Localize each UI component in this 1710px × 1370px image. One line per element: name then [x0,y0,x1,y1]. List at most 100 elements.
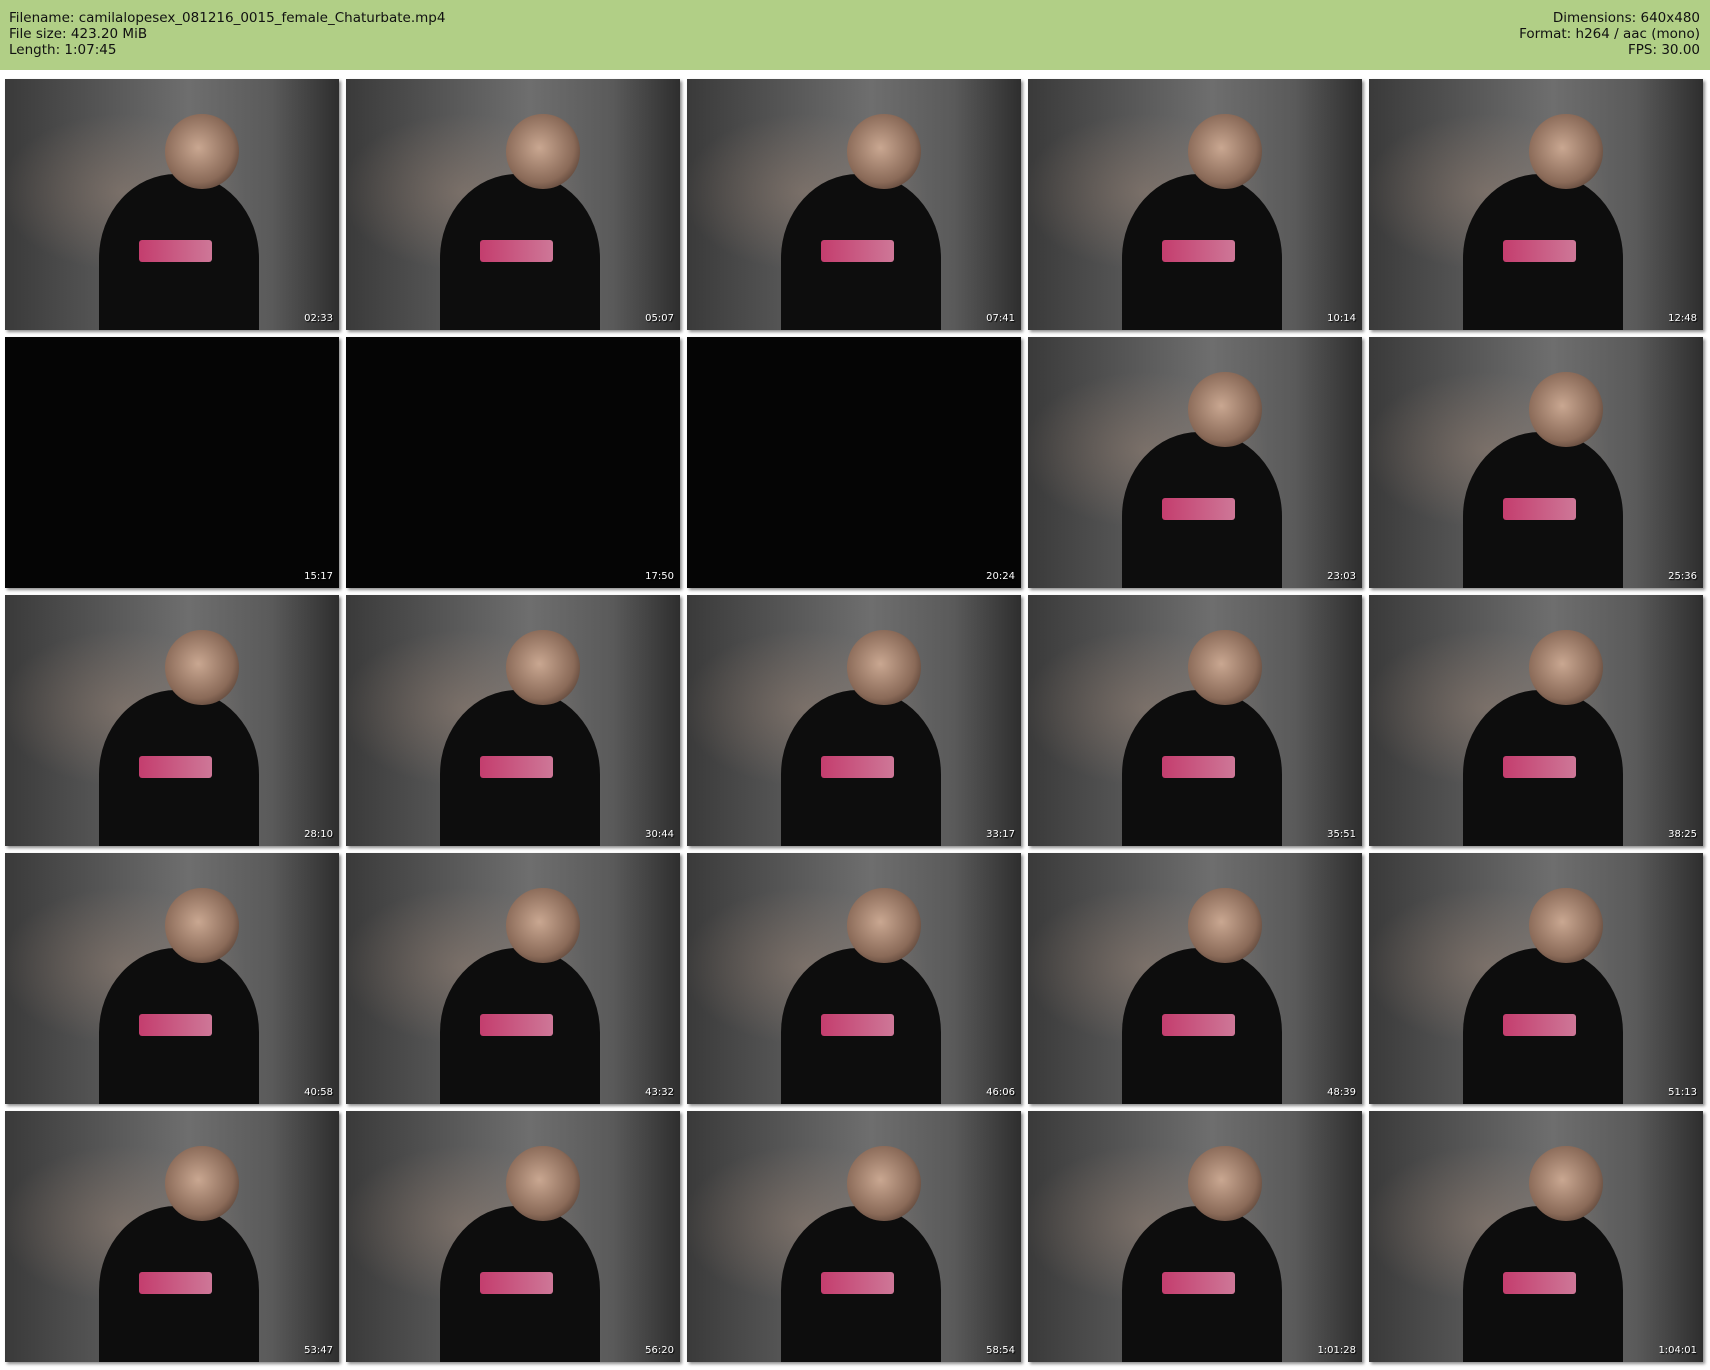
video-thumbnail: 58:54 [687,1111,1021,1362]
video-thumbnail: 38:25 [1369,595,1703,846]
thumbnail-shirt-print [479,1271,554,1295]
thumbnail-shirt-print [820,239,895,263]
thumbnail-figure-head [1529,888,1603,964]
thumbnail-shirt-print [1161,1271,1236,1295]
thumbnail-figure-head [847,630,921,706]
thumbnail-frame-image [5,337,339,588]
thumbnail-shirt-print [1161,755,1236,779]
thumbnail-shirt-print [479,239,554,263]
thumbnail-figure-head [847,1146,921,1222]
thumbnail-figure-head [165,114,239,190]
thumbnail-timestamp: 05:07 [645,313,674,324]
thumbnail-figure-head [1529,372,1603,448]
video-thumbnail: 56:20 [346,1111,680,1362]
thumbnail-figure-head [1188,1146,1262,1222]
video-thumbnail: 10:14 [1028,79,1362,330]
thumbnail-figure-head [1529,1146,1603,1222]
thumbnail-timestamp: 23:03 [1327,571,1356,582]
thumbnail-timestamp: 1:01:28 [1317,1345,1356,1356]
thumbnail-timestamp: 30:44 [645,829,674,840]
thumbnail-timestamp: 10:14 [1327,313,1356,324]
thumbnail-timestamp: 25:36 [1668,571,1697,582]
thumbnail-timestamp: 02:33 [304,313,333,324]
length-text: Length: 1:07:45 [9,42,117,58]
thumbnail-figure-head [1188,114,1262,190]
thumbnail-figure-head [506,888,580,964]
thumbnail-shirt-print [138,1271,213,1295]
file-size-text: File size: 423.20 MiB [9,26,148,42]
video-thumbnail: 15:17 [5,337,339,588]
thumbnail-timestamp: 28:10 [304,829,333,840]
video-thumbnail: 07:41 [687,79,1021,330]
thumbnail-timestamp: 46:06 [986,1087,1015,1098]
video-thumbnail: 40:58 [5,853,339,1104]
video-thumbnail: 05:07 [346,79,680,330]
video-thumbnail: 17:50 [346,337,680,588]
video-thumbnail: 33:17 [687,595,1021,846]
video-thumbnail: 43:32 [346,853,680,1104]
thumbnail-timestamp: 07:41 [986,313,1015,324]
thumbnail-timestamp: 53:47 [304,1345,333,1356]
video-thumbnail: 28:10 [5,595,339,846]
dimensions-text: Dimensions: 640x480 [1552,10,1700,26]
thumbnail-shirt-print [1161,497,1236,521]
video-thumbnail: 20:24 [687,337,1021,588]
thumbnail-timestamp: 12:48 [1668,313,1697,324]
thumbnail-shirt-print [479,1013,554,1037]
thumbnail-frame-image [687,337,1021,588]
video-thumbnail: 53:47 [5,1111,339,1362]
fps-text: FPS: 30.00 [1628,42,1700,58]
header-left-info: Filename: camilalopesex_081216_0015_fema… [9,10,445,58]
video-thumbnail: 35:51 [1028,595,1362,846]
thumbnail-figure-head [1529,114,1603,190]
thumbnail-figure-head [506,630,580,706]
video-thumbnail: 48:39 [1028,853,1362,1104]
thumbnail-figure-head [847,114,921,190]
video-thumbnail: 30:44 [346,595,680,846]
video-thumbnail: 25:36 [1369,337,1703,588]
thumbnail-shirt-print [1502,1013,1577,1037]
thumbnail-figure-head [1188,888,1262,964]
thumbnail-frame-image [346,337,680,588]
thumbnail-figure-head [165,1146,239,1222]
thumbnail-timestamp: 15:17 [304,571,333,582]
thumbnail-timestamp: 17:50 [645,571,674,582]
thumbnail-shirt-print [138,239,213,263]
thumbnail-shirt-print [1161,1013,1236,1037]
thumbnail-timestamp: 58:54 [986,1345,1015,1356]
thumbnail-timestamp: 33:17 [986,829,1015,840]
thumbnail-figure-head [165,888,239,964]
thumbnail-shirt-print [138,1013,213,1037]
thumbnail-shirt-print [1502,497,1577,521]
thumbnail-shirt-print [820,755,895,779]
thumbnail-figure-head [1188,372,1262,448]
thumbnail-timestamp: 43:32 [645,1087,674,1098]
format-text: Format: h264 / aac (mono) [1519,26,1700,42]
video-thumbnail: 46:06 [687,853,1021,1104]
thumbnail-grid: 02:33 05:07 07:41 10:14 12:48 15:17 17:50 20:24… [5,79,1705,1362]
thumbnail-figure-head [1529,630,1603,706]
thumbnail-timestamp: 48:39 [1327,1087,1356,1098]
thumbnail-figure-head [165,630,239,706]
video-thumbnail: 02:33 [5,79,339,330]
thumbnail-timestamp: 1:04:01 [1658,1345,1697,1356]
thumbnail-timestamp: 56:20 [645,1345,674,1356]
thumbnail-timestamp: 38:25 [1668,829,1697,840]
thumbnail-shirt-print [138,755,213,779]
video-thumbnail: 1:01:28 [1028,1111,1362,1362]
video-thumbnail: 23:03 [1028,337,1362,588]
thumbnail-timestamp: 35:51 [1327,829,1356,840]
video-thumbnail: 1:04:01 [1369,1111,1703,1362]
thumbnail-timestamp: 51:13 [1668,1087,1697,1098]
thumbnail-figure-head [847,888,921,964]
video-thumbnail: 12:48 [1369,79,1703,330]
thumbnail-shirt-print [820,1271,895,1295]
thumbnail-figure-head [506,114,580,190]
thumbnail-figure-head [506,1146,580,1222]
thumbnail-shirt-print [1502,1271,1577,1295]
header-right-info: Dimensions: 640x480 Format: h264 / aac (… [1519,10,1700,58]
thumbnail-timestamp: 40:58 [304,1087,333,1098]
thumbnail-shirt-print [479,755,554,779]
thumbnail-shirt-print [820,1013,895,1037]
filename-text: Filename: camilalopesex_081216_0015_fema… [9,10,446,26]
